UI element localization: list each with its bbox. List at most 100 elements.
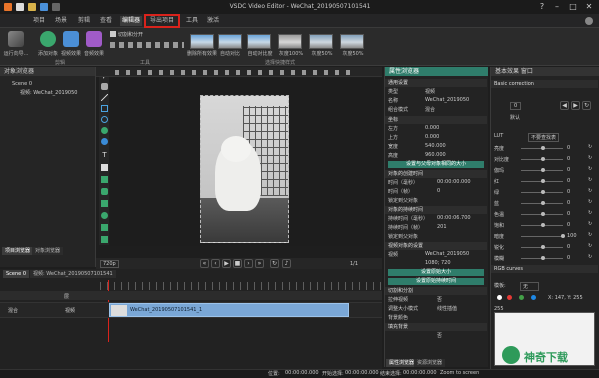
adjust-value[interactable]: 0 <box>567 255 570 261</box>
prop-duration-frames-value[interactable]: 201 <box>437 224 447 230</box>
curve-template-select[interactable]: 无 <box>520 282 540 291</box>
adjust-slider-knob[interactable] <box>541 179 545 183</box>
prop-row-time-ms[interactable]: 时间（毫秒） 00:00:00.000 <box>385 179 487 187</box>
play-button[interactable]: ▶ <box>222 259 231 268</box>
reset-icon[interactable]: ↻ <box>588 177 592 183</box>
adjust-row-5[interactable]: 蓝 0 ↻ <box>491 198 598 208</box>
hand-tool-icon[interactable] <box>101 83 108 90</box>
close-button[interactable]: ✕ <box>582 2 596 12</box>
prop-time-frames-value[interactable]: 0 <box>437 188 440 194</box>
cut-split-icon[interactable] <box>110 31 116 37</box>
new-file-icon[interactable] <box>16 3 24 11</box>
color-dot-red[interactable] <box>507 295 512 300</box>
stop-button[interactable]: ■ <box>233 259 242 268</box>
adjust-slider-knob[interactable] <box>541 201 545 205</box>
help-icon[interactable]: ? <box>535 2 549 12</box>
adjust-row-1[interactable]: 对比度 0 ↻ <box>491 154 598 164</box>
adjust-value[interactable]: 0 <box>567 211 570 217</box>
prop-row-duration-ms[interactable]: 持续时间（毫秒） 00:00:06.700 <box>385 215 487 223</box>
prop-duration-ms-value[interactable]: 00:00:06.700 <box>437 215 471 221</box>
prop-row-top[interactable]: 上方 0.000 <box>385 134 487 142</box>
adjust-value[interactable]: 0 <box>567 178 570 184</box>
tab-properties[interactable]: 属性浏览器 <box>386 359 418 367</box>
color-dot-white[interactable] <box>497 295 502 300</box>
cut-split-label[interactable]: 切割和分开 <box>118 31 143 38</box>
prop-width-value[interactable]: 540.000 <box>425 143 446 149</box>
save-icon[interactable] <box>40 3 48 11</box>
prop-fill-value[interactable]: 否 <box>437 332 442 339</box>
video-effects-icon[interactable] <box>63 31 79 47</box>
tree-item-video[interactable]: 视频: WeChat_2019050 <box>20 89 77 96</box>
adjust-slider[interactable] <box>521 236 563 237</box>
preset-reset-icon[interactable]: ↻ <box>582 101 591 110</box>
adjust-row-6[interactable]: 色温 0 ↻ <box>491 209 598 219</box>
adjust-row-10[interactable]: 模糊 0 ↻ <box>491 253 598 263</box>
video-clip[interactable]: WeChat_20190507101541_1 <box>109 303 349 317</box>
adjust-value[interactable]: 0 <box>567 145 570 151</box>
prop-row-left[interactable]: 左方 0.000 <box>385 125 487 133</box>
tree-item-scene[interactable]: Scene 0 <box>12 81 32 87</box>
adjust-row-8[interactable]: 暗度 100 ↻ <box>491 231 598 241</box>
preset-next-icon[interactable]: ▶ <box>571 101 580 110</box>
shape-tool-icon[interactable] <box>101 127 108 134</box>
adjust-row-2[interactable]: 伽玛 0 ↻ <box>491 165 598 175</box>
undo-icon[interactable] <box>52 3 60 11</box>
audio-effects-icon[interactable] <box>86 31 102 47</box>
prop-blend-value[interactable]: 混合 <box>425 106 435 113</box>
minimize-button[interactable]: – <box>550 2 564 12</box>
preset-prev-icon[interactable]: ◀ <box>560 101 569 110</box>
prop-row-time-frames[interactable]: 时间（帧） 0 <box>385 188 487 196</box>
video-settings-section[interactable]: 视频对象的设置 <box>385 242 487 250</box>
adjust-slider-knob[interactable] <box>541 190 545 194</box>
prop-resize-mode-value[interactable]: 线性插值 <box>437 305 457 312</box>
tab-resources[interactable]: 资源浏览器 <box>414 359 446 367</box>
reset-icon[interactable]: ↻ <box>588 210 592 216</box>
open-file-icon[interactable] <box>28 3 36 11</box>
text-tool-icon[interactable]: T <box>101 152 108 159</box>
prop-row-video[interactable]: 视频 WeChat_2019050 <box>385 251 487 259</box>
prop-left-value[interactable]: 0.000 <box>425 125 439 131</box>
adjust-value[interactable]: 0 <box>567 167 570 173</box>
reset-icon[interactable]: ↻ <box>588 232 592 238</box>
image-tool-icon[interactable] <box>101 164 108 171</box>
add-object-icon[interactable] <box>40 31 56 47</box>
prop-height-value[interactable]: 960.000 <box>425 152 446 158</box>
prop-row-duration-lock[interactable]: 锁定到父对象 <box>385 197 487 205</box>
next-frame-button[interactable]: › <box>244 259 253 268</box>
loop-button[interactable]: ↻ <box>270 259 279 268</box>
audio-tool-icon[interactable] <box>101 212 108 219</box>
prop-row-bg-color[interactable]: 背景颜色 <box>385 314 487 322</box>
rgb-curves-section[interactable]: RGB curves <box>491 265 598 273</box>
line-tool-icon[interactable] <box>101 94 108 101</box>
quick-style-remove-all[interactable] <box>190 34 214 49</box>
status-zoom-label[interactable]: Zoom to screen <box>440 370 479 376</box>
subtitle-tool-icon[interactable] <box>101 200 108 207</box>
adjust-value[interactable]: 0 <box>567 222 570 228</box>
adjust-slider-knob[interactable] <box>541 168 545 172</box>
prop-row-lock-parent[interactable]: 锁定到父对象 <box>385 233 487 241</box>
sprite-tool-icon[interactable] <box>101 188 108 195</box>
resolution-select[interactable]: 720p <box>100 260 119 268</box>
adjust-value[interactable]: 0 <box>567 200 570 206</box>
quick-style-auto-contrast[interactable] <box>218 34 242 49</box>
original-size-button[interactable]: 设置原始大小 <box>388 269 484 276</box>
tab-project-explorer[interactable]: 项目浏览器 <box>2 247 34 255</box>
prev-frame-button[interactable]: ‹ <box>211 259 220 268</box>
adjust-row-9[interactable]: 锐化 0 ↻ <box>491 242 598 252</box>
prop-row-height[interactable]: 高度 960.000 <box>385 152 487 160</box>
adjust-slider-knob[interactable] <box>541 146 545 150</box>
prop-row-duration-frames[interactable]: 持续时间（帧） 201 <box>385 224 487 232</box>
menu-editor[interactable]: 编辑器 <box>120 16 142 26</box>
prop-name-value[interactable]: WeChat_2019050 <box>425 97 469 103</box>
quick-style-gray-50b[interactable] <box>340 34 364 49</box>
prop-row-resize-mode[interactable]: 调整大小模式 线性插值 <box>385 305 487 313</box>
original-duration-button[interactable]: 设置原始持续时间 <box>388 278 484 285</box>
color-dot-green[interactable] <box>519 295 524 300</box>
adjust-slider-knob[interactable] <box>541 256 545 260</box>
ellipse-tool-icon[interactable] <box>101 116 108 123</box>
adjust-row-7[interactable]: 饱和 0 ↻ <box>491 220 598 230</box>
chart-tool-icon[interactable] <box>101 176 108 183</box>
canvas-align-icons[interactable] <box>115 70 355 75</box>
menu-export-project[interactable]: 导出项目 <box>144 14 180 28</box>
prop-row-width[interactable]: 宽度 540.000 <box>385 143 487 151</box>
